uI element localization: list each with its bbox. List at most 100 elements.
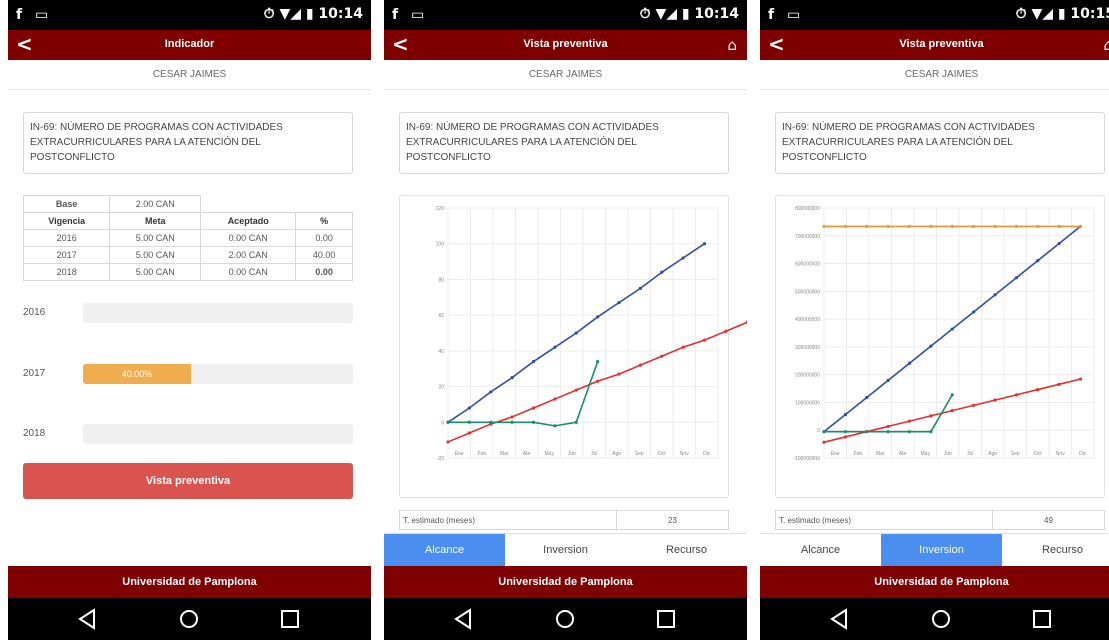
data-point	[638, 286, 642, 290]
y-tick-label: 200000000	[795, 373, 820, 379]
table-row: 2018 5.00 CAN 0.00 CAN 0.00	[22, 263, 353, 281]
x-tick-label: Ago	[612, 451, 621, 457]
screen-title: Vista preventiva	[523, 38, 608, 50]
table-cell: 2017	[22, 246, 111, 264]
home-circle-icon[interactable]	[169, 606, 209, 632]
data-point	[1014, 276, 1018, 280]
notification-icons: f ▭	[768, 7, 805, 23]
data-point	[993, 224, 997, 229]
data-point	[531, 359, 536, 364]
x-tick-label: Oct	[1034, 451, 1042, 457]
data-point	[467, 431, 471, 435]
data-point	[1036, 387, 1040, 392]
data-point	[1057, 382, 1061, 386]
tab-recurso[interactable]: Recurso	[626, 534, 747, 567]
x-tick-label: Jun	[568, 451, 576, 457]
user-name: CESAR JAIMES	[384, 60, 747, 90]
data-point	[865, 430, 869, 434]
column-header: Meta	[109, 212, 202, 230]
tab-recurso[interactable]: Recurso	[1002, 534, 1109, 567]
status-bar: f ▭ ⏱ ▼◢ ▮ 10:14	[8, 0, 371, 30]
y-tick-label: 300000000	[795, 345, 820, 351]
goals-table: Base 2.00 CAN Vigencia Meta Aceptado % 2…	[22, 195, 353, 281]
progress-bar: 40.00%	[83, 364, 353, 384]
data-point	[1078, 224, 1083, 229]
screen-title: Indicador	[164, 38, 215, 50]
y-tick-label: 80	[438, 277, 444, 283]
indicator-description: IN-69: NÚMERO DE PROGRAMAS CON ACTIVIDAD…	[23, 112, 353, 174]
x-tick-label: Nov	[1056, 451, 1065, 457]
data-point	[489, 420, 493, 424]
app-bar: < Vista preventiva ⌂	[384, 30, 747, 60]
notification-icons: f ▭	[16, 7, 53, 23]
base-value: 2.00 CAN	[109, 195, 202, 213]
recent-square-icon[interactable]	[1022, 606, 1062, 632]
progress-bar	[83, 303, 353, 323]
back-triangle-icon[interactable]	[820, 606, 860, 632]
data-point	[1014, 393, 1018, 397]
tab-alcance[interactable]: Alcance	[384, 534, 505, 567]
status-bar: f ▭ ⏱ ▼◢ ▮ 10:14	[384, 0, 747, 30]
x-tick-label: Dic	[1079, 451, 1087, 457]
x-tick-label: Dic	[703, 451, 711, 457]
y-tick-label: 100000000	[795, 400, 820, 406]
estimate-label: T. estimado (meses)	[775, 510, 993, 530]
data-point	[843, 430, 847, 434]
y-tick-label: 0	[441, 420, 444, 426]
home-icon[interactable]: ⌂	[1103, 36, 1109, 54]
table-cell: 0.00	[295, 263, 353, 281]
data-point	[929, 344, 933, 348]
table-row: 2017 5.00 CAN 2.00 CAN 40.00	[22, 246, 353, 264]
back-triangle-icon[interactable]	[444, 606, 484, 632]
android-nav-bar	[760, 598, 1109, 640]
y-tick-label: 800000000	[795, 206, 820, 212]
estimate-value: 23	[617, 510, 729, 530]
table-row: Base 2.00 CAN	[22, 195, 353, 213]
table-cell: 0.00	[295, 229, 353, 247]
data-point	[993, 398, 997, 402]
data-point	[886, 430, 890, 434]
android-nav-bar	[8, 598, 371, 640]
data-point	[950, 327, 954, 331]
column-header: Vigencia	[22, 212, 111, 230]
x-tick-label: Jul	[591, 451, 597, 457]
indicator-description: IN-69: NÚMERO DE PROGRAMAS CON ACTIVIDAD…	[399, 112, 729, 174]
progress-year-label: 2017	[23, 368, 46, 379]
line-chart: 800000000 700000000 600000000 500000000 4000…	[793, 206, 1095, 462]
x-tick-label: Feb	[853, 451, 862, 457]
back-triangle-icon[interactable]	[68, 606, 108, 632]
tab-inversion[interactable]: Inversion	[505, 534, 626, 567]
y-tick-label: 600000000	[795, 262, 820, 268]
home-circle-icon[interactable]	[921, 606, 961, 632]
data-point	[865, 224, 869, 229]
footer-university: Universidad de Pamplona	[8, 566, 371, 598]
data-point	[681, 345, 685, 349]
data-point	[1057, 241, 1061, 246]
data-point	[596, 359, 600, 364]
data-point	[907, 419, 912, 423]
data-point	[929, 430, 933, 434]
tab-inversion[interactable]: Inversion	[881, 534, 1002, 567]
recent-square-icon[interactable]	[646, 606, 686, 632]
table-cell: 0.00 CAN	[200, 229, 297, 247]
data-point	[907, 430, 912, 434]
data-point	[929, 224, 933, 229]
data-point	[596, 379, 600, 383]
estimate-label: T. estimado (meses)	[399, 510, 617, 530]
recent-square-icon[interactable]	[270, 606, 310, 632]
tab-alcance[interactable]: Alcance	[760, 534, 881, 567]
data-point	[446, 440, 450, 444]
x-tick-label: Jun	[944, 451, 952, 457]
preview-button[interactable]: Vista preventiva	[23, 463, 353, 499]
home-icon[interactable]: ⌂	[727, 36, 737, 54]
data-point	[702, 242, 707, 246]
data-point	[843, 412, 847, 417]
table-cell: 2018	[22, 263, 111, 281]
base-label: Base	[22, 195, 111, 213]
data-point	[531, 420, 536, 424]
footer-university: Universidad de Pamplona	[760, 566, 1109, 598]
estimate-row: T. estimado (meses) 23	[399, 510, 729, 530]
home-circle-icon[interactable]	[545, 606, 585, 632]
data-point	[886, 378, 890, 382]
status-clock: ⏱ ▼◢ ▮ 10:14	[263, 6, 363, 22]
